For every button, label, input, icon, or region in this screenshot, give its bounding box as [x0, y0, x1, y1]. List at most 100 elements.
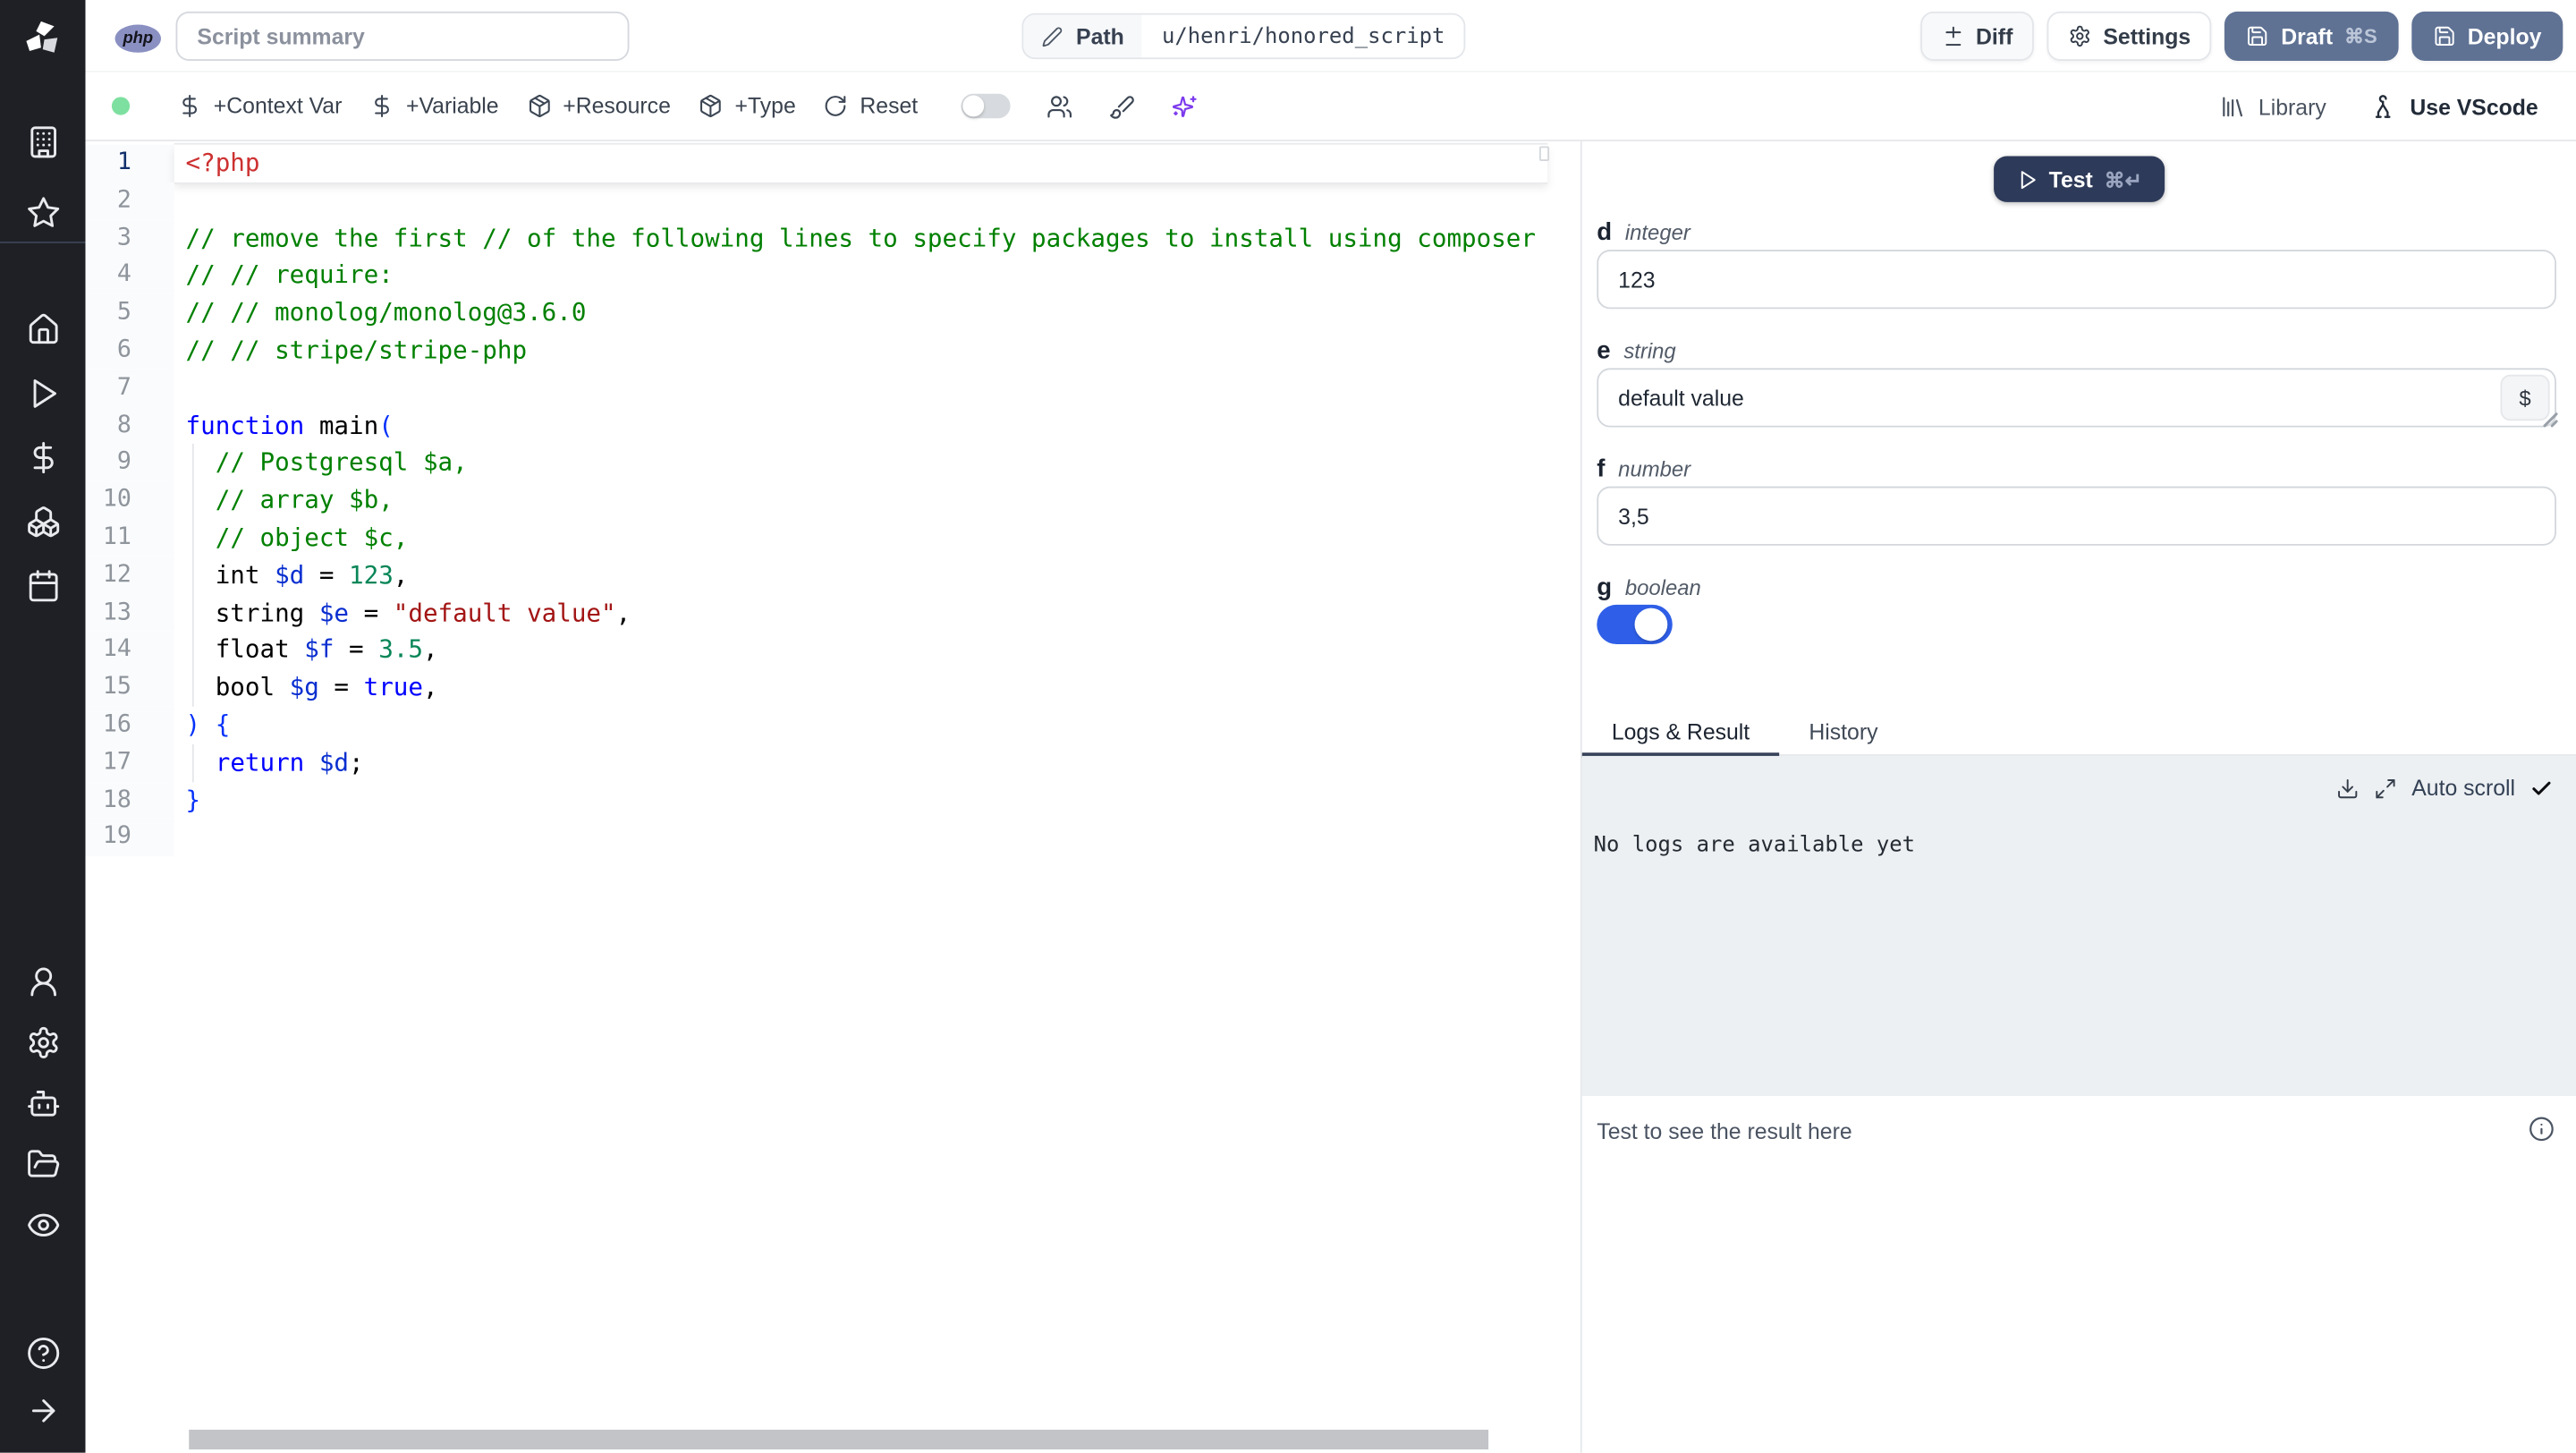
add-type-button[interactable]: +Type — [699, 94, 796, 118]
code-line[interactable]: 15 bool $g = true, — [85, 668, 1580, 707]
code-line[interactable]: 3 // remove the first // of the following… — [85, 219, 1580, 258]
sidebar-item-help[interactable] — [0, 1324, 86, 1381]
user-icon — [25, 964, 60, 999]
line-number: 18 — [85, 781, 174, 820]
sidebar-item-folders[interactable] — [0, 1134, 86, 1194]
download-logs-icon[interactable] — [2336, 777, 2360, 800]
sidebar-item-workspace[interactable] — [0, 106, 86, 177]
add-resource-button[interactable]: +Resource — [527, 94, 671, 118]
sidebar-item-users[interactable] — [0, 951, 86, 1012]
draft-button[interactable]: Draft ⌘S — [2224, 11, 2399, 61]
line-number: 4 — [85, 257, 174, 295]
field-input-e[interactable] — [1597, 368, 2556, 428]
param-name: e — [1597, 336, 1611, 364]
line-content: // object $c, — [215, 523, 409, 553]
code-line[interactable]: 16) { — [85, 706, 1580, 744]
multiplayer-toggle[interactable] — [960, 93, 1011, 119]
param-type: integer — [1624, 219, 1690, 244]
library-button[interactable]: Library — [2219, 94, 2326, 120]
pencil-icon — [1041, 25, 1063, 47]
path-editor[interactable]: Path u/henri/honored_script — [1021, 13, 1467, 60]
ai-assistant-button[interactable] — [1171, 93, 1197, 119]
code-line[interactable]: 10 // array $b, — [85, 481, 1580, 520]
code-line[interactable]: 18} — [85, 781, 1580, 820]
dollar-icon — [370, 94, 395, 119]
line-content: <?php — [174, 144, 1548, 183]
settings-label: Settings — [2103, 23, 2191, 49]
sidebar-item-audit-logs[interactable] — [0, 1194, 86, 1255]
field-input-d[interactable] — [1597, 250, 2556, 310]
code-line[interactable]: 5 // // monolog/monolog@3.6.0 — [85, 294, 1580, 332]
reset-button[interactable]: Reset — [824, 93, 919, 119]
code-line[interactable]: 12 int $d = 123, — [85, 557, 1580, 595]
line-number: 2 — [85, 182, 174, 220]
play-icon — [25, 377, 60, 412]
line-number: 9 — [85, 444, 174, 482]
reset-label: Reset — [860, 93, 919, 119]
add-context-var-label: +Context Var — [213, 93, 343, 119]
code-line[interactable]: 2 — [85, 182, 1580, 220]
line-content — [174, 183, 1548, 220]
sidebar-group-footer — [0, 1324, 86, 1440]
code-line[interactable]: 9 // Postgresql $a, — [85, 444, 1580, 482]
sidebar-item-resources[interactable] — [0, 489, 86, 554]
windmill-logo[interactable] — [21, 18, 64, 61]
sidebar-item-collapse-sidebar[interactable] — [0, 1382, 86, 1440]
play-icon — [2016, 168, 2038, 190]
code-editor[interactable]: 1 <?php 2 3 // remove the first // of the fo… — [85, 140, 1580, 1453]
code-line[interactable]: 11 // object $c, — [85, 519, 1580, 557]
code-line[interactable]: 14 float $f = 3.5, — [85, 631, 1580, 669]
diff-button[interactable]: Diff — [1919, 11, 2035, 61]
bot-icon — [25, 1086, 60, 1121]
settings-button[interactable]: Settings — [2046, 11, 2213, 61]
code-line[interactable]: 4 // // require: — [85, 257, 1580, 295]
add-context-var-button[interactable]: +Context Var — [177, 93, 343, 119]
code-line[interactable]: 17 return $d; — [85, 743, 1580, 782]
add-variable-button[interactable]: +Variable — [370, 94, 499, 119]
code-line[interactable]: 7 — [85, 369, 1580, 407]
gear-icon — [2069, 25, 2092, 48]
line-number: 6 — [85, 331, 174, 370]
resize-grip[interactable] — [2543, 412, 2558, 428]
line-content: } — [185, 785, 201, 815]
star-icon — [25, 196, 60, 231]
arrow-icon — [25, 1394, 60, 1429]
sidebar-item-favorites[interactable] — [0, 177, 86, 248]
tab-history[interactable]: History — [1779, 713, 1907, 756]
sidebar-item-variables[interactable] — [0, 426, 86, 490]
path-label-section: Path — [1023, 14, 1143, 58]
field-input-f[interactable] — [1597, 486, 2556, 546]
script-summary-input[interactable] — [175, 11, 630, 61]
sidebar-item-home[interactable] — [0, 297, 86, 361]
use-vscode-label: Use VScode — [2410, 94, 2538, 120]
code-line[interactable]: 13 string $e = "default value", — [85, 594, 1580, 632]
info-icon[interactable] — [2529, 1116, 2555, 1142]
line-content: // Postgresql $a, — [215, 447, 468, 478]
expand-logs-icon[interactable] — [2374, 777, 2397, 800]
field-label-f: f number — [1597, 454, 1690, 483]
line-content: // array $b, — [215, 485, 394, 515]
code-line[interactable]: 19 — [85, 819, 1580, 857]
sidebar-item-settings[interactable] — [0, 1012, 86, 1073]
sidebar-item-runs[interactable] — [0, 361, 86, 426]
sidebar-item-schedules[interactable] — [0, 554, 86, 618]
deploy-button[interactable]: Deploy — [2411, 11, 2563, 61]
horizontal-scrollbar[interactable] — [189, 1429, 1489, 1449]
line-content: // // stripe/stripe-php — [185, 335, 528, 365]
code-line[interactable]: 8 function main( — [85, 406, 1580, 445]
code-line[interactable]: 1 <?php — [85, 144, 1580, 183]
line-number: 15 — [85, 668, 174, 707]
sidebar-item-workers[interactable] — [0, 1073, 86, 1134]
multiplayer-users-icon[interactable] — [1046, 93, 1072, 119]
boolean-toggle-g[interactable] — [1597, 604, 1673, 644]
toggle-knob — [962, 95, 984, 117]
test-button[interactable]: Test ⌘↵ — [1993, 156, 2165, 202]
use-vscode-button[interactable]: Use VScode — [2368, 93, 2538, 121]
format-code-button[interactable] — [1108, 93, 1134, 119]
autoscroll-checkbox[interactable] — [2530, 777, 2554, 800]
line-content: ) { — [185, 710, 231, 740]
code-line[interactable]: 6 // // stripe/stripe-php — [85, 331, 1580, 370]
result-panel: Test to see the result here — [1581, 1096, 2576, 1453]
tab-logs-result[interactable]: Logs & Result — [1581, 713, 1780, 758]
save-icon — [2247, 25, 2270, 48]
